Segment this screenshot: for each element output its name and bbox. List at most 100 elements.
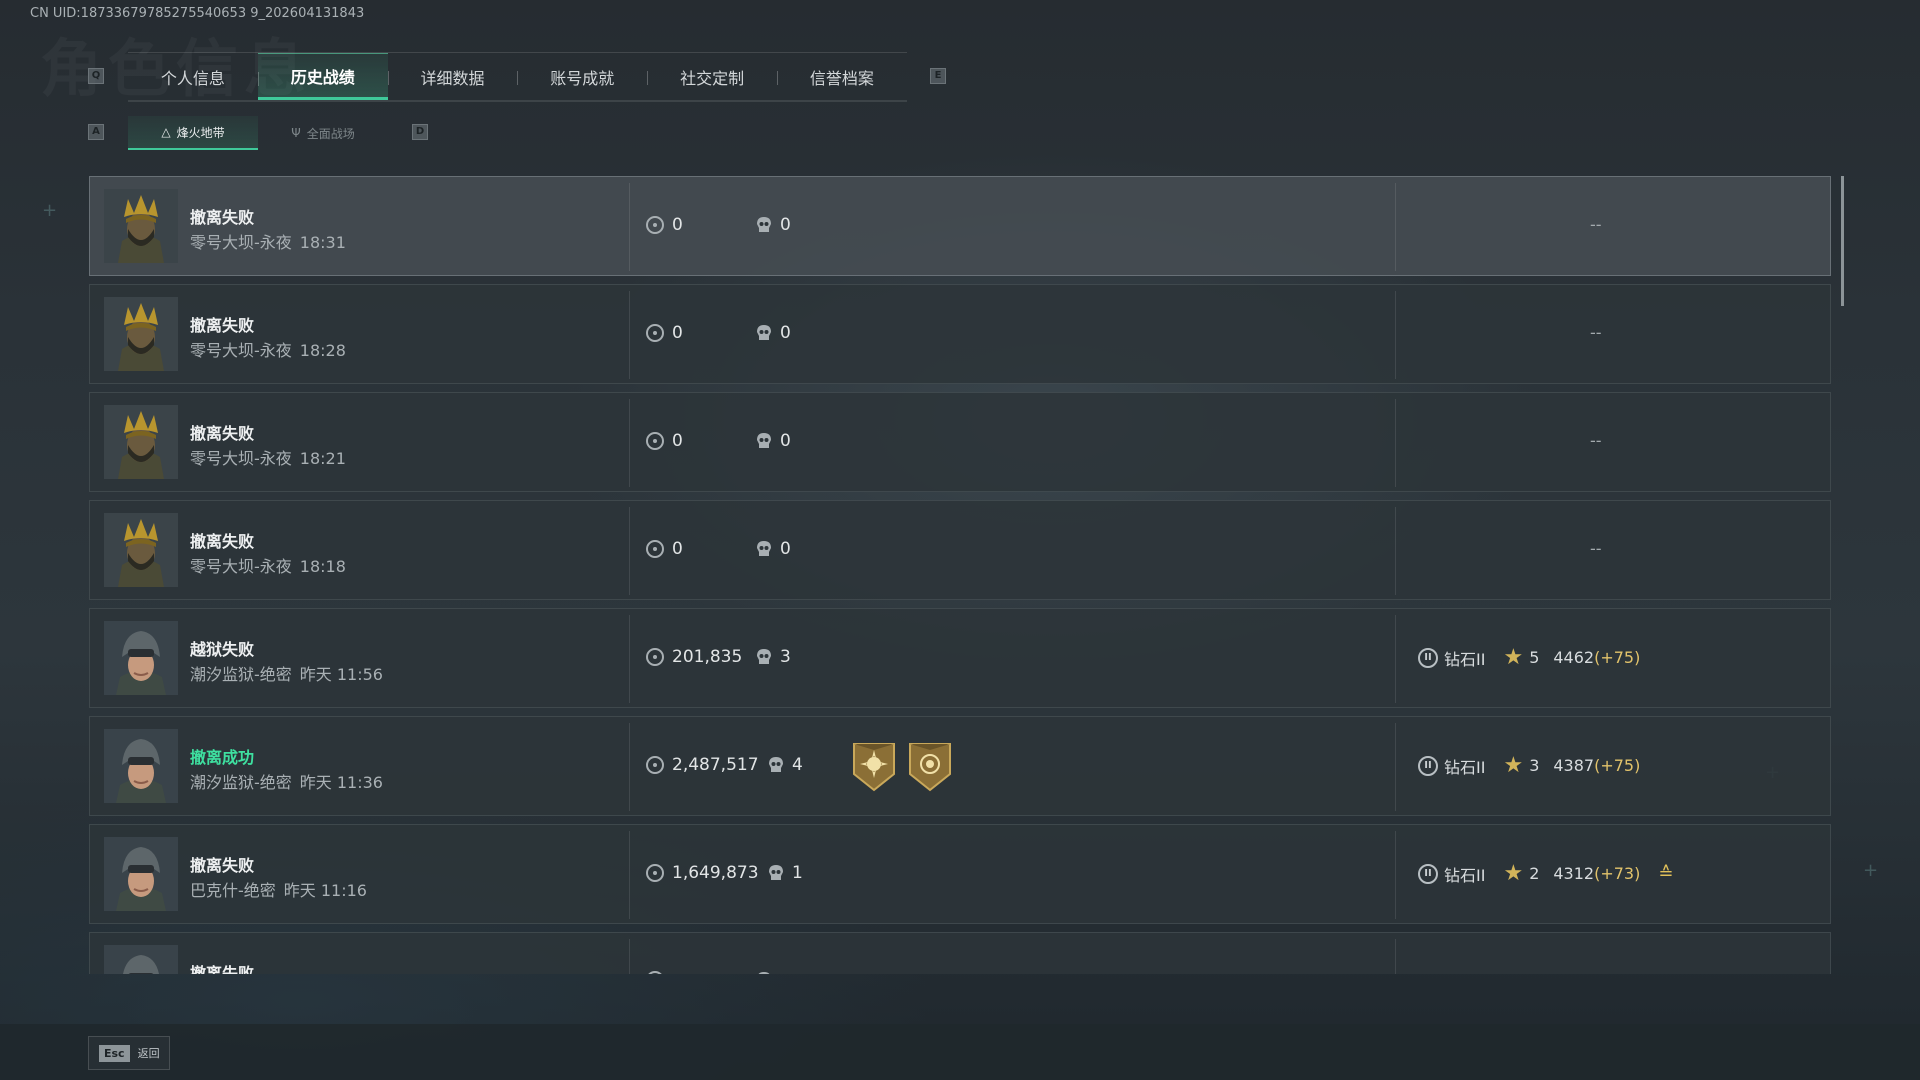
match-row[interactable]: 撤离失败 零号大坝-永夜 18:31 0 0 -- (89, 176, 1831, 276)
star-count: 5 (1529, 648, 1540, 667)
column-divider (629, 291, 630, 379)
sun-medal-icon[interactable] (852, 742, 896, 792)
column-divider (1395, 291, 1396, 379)
match-result: 撤离失败 (190, 856, 255, 875)
operator-avatar (104, 189, 178, 263)
match-row[interactable]: 撤离成功 潮汐监狱-绝密 昨天 11:36 2,487,517 4 II 钻石II ★ 3 438… (89, 716, 1831, 816)
star-icon: ★ (1503, 753, 1524, 778)
tab-0[interactable]: 个人信息 (128, 53, 258, 100)
star-count: 3 (1529, 756, 1540, 775)
mode-tab-label: 全面战场 (306, 126, 355, 141)
loot-value-stat: 0 (646, 323, 683, 343)
kills-stat: 0 (756, 323, 791, 343)
rank-tier-icon: II (1418, 755, 1438, 776)
shield-medal-icon[interactable] (908, 742, 952, 792)
match-row[interactable]: 撤离失败 零号大坝-永夜 18:21 0 0 -- (89, 392, 1831, 492)
kill-count: 0 (780, 431, 791, 451)
loot-value-stat (646, 971, 672, 974)
esc-key-icon: Esc (99, 1044, 130, 1062)
back-button[interactable]: Esc 返回 (88, 1036, 170, 1070)
value-coin-icon (646, 756, 664, 774)
kills-stat: 0 (756, 215, 791, 235)
decor-cross: + (42, 200, 58, 221)
tab-1[interactable]: 历史战绩 (257, 53, 388, 100)
map-and-time: 潮汐监狱-绝密 昨天 11:56 (190, 661, 383, 685)
match-time: 昨天 11:36 (299, 773, 383, 792)
loot-value-stat: 0 (646, 539, 683, 559)
key-hint-q[interactable]: Q (88, 68, 104, 84)
mode-tab-label: 烽火地带 (176, 125, 225, 140)
mode-tab-1[interactable]: Ψ 全面战场 (258, 116, 388, 150)
operator-avatar (104, 945, 178, 974)
match-result: 撤离失败 (190, 316, 255, 335)
match-time: 18:18 (299, 557, 346, 576)
column-divider (629, 399, 630, 487)
mode-tabs: △ 烽火地带 Ψ 全面战场 (128, 116, 388, 150)
map-and-time: 零号大坝-永夜 18:31 (190, 229, 346, 253)
map-name: 零号大坝-永夜 (190, 449, 292, 468)
rank-tier-icon: II (1418, 863, 1438, 884)
match-row[interactable]: 撤离失败 (89, 932, 1831, 974)
key-hint-a[interactable]: A (88, 124, 104, 140)
loot-value-stat: 0 (646, 431, 683, 451)
match-time: 18:21 (299, 449, 346, 468)
rank-tier: 钻石II (1444, 757, 1486, 777)
tab-label: 详细数据 (420, 68, 485, 88)
skull-icon (756, 432, 772, 450)
rank-delta: (+75) (1594, 756, 1641, 775)
match-row[interactable]: 撤离失败 零号大坝-永夜 18:18 0 0 -- (89, 500, 1831, 600)
match-row[interactable]: 越狱失败 潮汐监狱-绝密 昨天 11:56 201,835 3 II 钻石II ★ 5 4462(… (89, 608, 1831, 708)
tab-4[interactable]: 社交定制 (647, 53, 777, 100)
skull-icon (756, 648, 772, 666)
mode-tab-0[interactable]: △ 烽火地带 (128, 116, 258, 150)
tab-3[interactable]: 账号成就 (517, 53, 647, 100)
map-and-time: 零号大坝-永夜 18:28 (190, 337, 346, 361)
tab-2[interactable]: 详细数据 (387, 53, 518, 100)
match-row[interactable]: 撤离失败 巴克什-绝密 昨天 11:16 1,649,873 1 II 钻石II ★ 2 4312… (89, 824, 1831, 924)
kill-count: 4 (792, 755, 803, 775)
column-divider (629, 939, 630, 974)
match-history-list[interactable]: 撤离失败 零号大坝-永夜 18:31 0 0 -- 撤离失败 零号大坝-永夜 18:28 0 0 --… (89, 176, 1831, 974)
operator-avatar (104, 729, 178, 803)
skull-icon (768, 756, 784, 774)
star-icon: ★ (1503, 861, 1524, 886)
uid-label: CN UID:18733679785275540653 9_2026041318… (30, 6, 365, 21)
column-divider (1395, 615, 1396, 703)
map-name: 潮汐监狱-绝密 (190, 665, 292, 684)
loot-value: 0 (672, 215, 683, 235)
kill-count: 3 (780, 647, 791, 667)
loot-value: 0 (672, 323, 683, 343)
main-tabs: 个人信息 历史战绩 详细数据 账号成就 社交定制 信誉档案 (128, 52, 907, 102)
key-hint-d[interactable]: D (412, 124, 428, 140)
list-scrollbar[interactable] (1841, 176, 1844, 306)
kill-count: 1 (792, 863, 803, 883)
skull-icon (768, 864, 784, 882)
map-name: 巴克什-绝密 (190, 881, 276, 900)
map-and-time: 巴克什-绝密 昨天 11:16 (190, 877, 367, 901)
key-hint-e[interactable]: E (930, 68, 946, 84)
match-time: 昨天 11:56 (299, 665, 383, 684)
loot-value-stat: 0 (646, 215, 683, 235)
map-and-time: 潮汐监狱-绝密 昨天 11:36 (190, 769, 383, 793)
rank-empty: -- (1590, 431, 1602, 450)
map-and-time: 零号大坝-永夜 18:18 (190, 553, 346, 577)
operator-avatar (104, 513, 178, 587)
skull-icon (756, 971, 772, 974)
value-coin-icon (646, 971, 664, 974)
star-count: 2 (1529, 864, 1540, 883)
rank-empty: -- (1590, 323, 1602, 342)
loot-value-stat: 1,649,873 (646, 863, 759, 883)
rank-up-chevron-icon: ≙ (1658, 862, 1674, 884)
value-coin-icon (646, 540, 664, 558)
loot-value-stat: 2,487,517 (646, 755, 759, 775)
map-name: 零号大坝-永夜 (190, 341, 292, 360)
tab-5[interactable]: 信誉档案 (776, 53, 907, 100)
bottom-bar (0, 1024, 1920, 1080)
rank-empty: -- (1590, 539, 1602, 558)
kill-count: 0 (780, 539, 791, 559)
column-divider (1395, 723, 1396, 811)
rank-score: 4462 (1553, 648, 1595, 667)
skull-icon (756, 540, 772, 558)
match-row[interactable]: 撤离失败零号大坝-永夜 18:28 0 0 -- (89, 284, 1831, 384)
rank-tier: 钻石II (1444, 865, 1486, 885)
